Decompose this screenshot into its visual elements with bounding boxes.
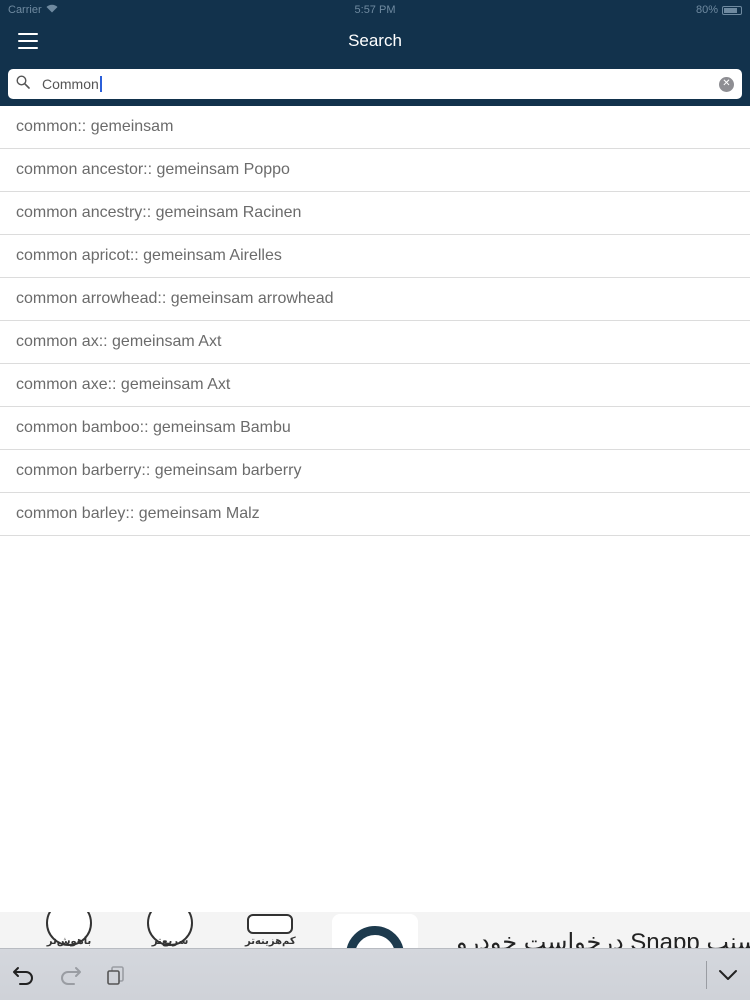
ad-badge: کم‌هزینه‌تر [245,912,296,947]
result-text: common bamboo:: gemeinsam Bambu [16,419,291,436]
result-text: common ancestry:: gemeinsam Racinen [16,204,302,221]
ad-badge-label: سریع‌تر [151,936,189,947]
list-item[interactable]: common barberry:: gemeinsam barberry [0,450,750,493]
status-left: Carrier [8,4,58,16]
list-item[interactable]: common:: gemeinsam [0,106,750,149]
result-text: common axe:: gemeinsam Axt [16,376,231,393]
list-item[interactable]: common apricot:: gemeinsam Airelles [0,235,750,278]
ad-badge-label: باهوش‌تر [46,936,92,947]
battery-percent: 80% [695,4,718,16]
text-cursor [99,76,102,92]
result-text: common barberry:: gemeinsam barberry [16,462,302,479]
status-bar: Carrier 5:57 PM 80% [0,0,750,20]
redo-icon[interactable] [56,961,84,989]
result-text: common:: gemeinsam [16,118,174,135]
status-time: 5:57 PM [354,4,396,16]
ad-headline: اسنپ Snapp درخواست خودرو [456,929,750,948]
result-text: common ancestor:: gemeinsam Poppo [16,161,290,178]
nav-bar: Search [0,20,750,63]
paste-icon[interactable] [102,961,130,989]
clear-search-icon[interactable]: ✕ [719,76,734,92]
list-item[interactable]: common ancestor:: gemeinsam Poppo [0,149,750,192]
result-text: common arrowhead:: gemeinsam arrowhead [16,290,334,307]
ad-badge: سریع‌تر [145,912,195,947]
ad-badge: باهوش‌تر [44,912,94,947]
list-item[interactable]: common arrowhead:: gemeinsam arrowhead [0,278,750,321]
list-item[interactable]: common ax:: gemeinsam Axt [0,321,750,364]
wifi-icon [46,4,58,16]
battery-icon [722,5,742,15]
list-item[interactable]: common ancestry:: gemeinsam Racinen [0,192,750,235]
status-right: 80% [696,4,742,16]
carrier-label: Carrier [8,4,42,16]
list-item[interactable]: common axe:: gemeinsam Axt [0,364,750,407]
list-item[interactable]: common barley:: gemeinsam Malz [0,493,750,536]
undo-icon[interactable] [10,961,38,989]
list-item[interactable]: common bamboo:: gemeinsam Bambu [0,407,750,450]
search-icon [16,75,34,93]
ad-banner[interactable]: باهوش‌تر سریع‌تر کم‌هزینه‌تر اسنپ Snapp … [0,912,750,948]
search-field[interactable]: Common ✕ [8,69,742,99]
search-bar: Common ✕ [0,63,750,106]
result-text: common apricot:: gemeinsam Airelles [16,247,282,264]
result-text: common barley:: gemeinsam Malz [16,505,260,522]
ad-badge-label: کم‌هزینه‌تر [245,936,296,947]
toolbar-divider [706,961,707,989]
keyboard-toolbar [0,948,750,1000]
search-input[interactable]: Common [42,76,99,92]
chevron-down-icon[interactable] [714,961,742,989]
ad-logo [332,914,418,948]
page-title: Search [348,31,402,50]
results-list: common:: gemeinsam common ancestor:: gem… [0,106,750,536]
result-text: common ax:: gemeinsam Axt [16,333,222,350]
